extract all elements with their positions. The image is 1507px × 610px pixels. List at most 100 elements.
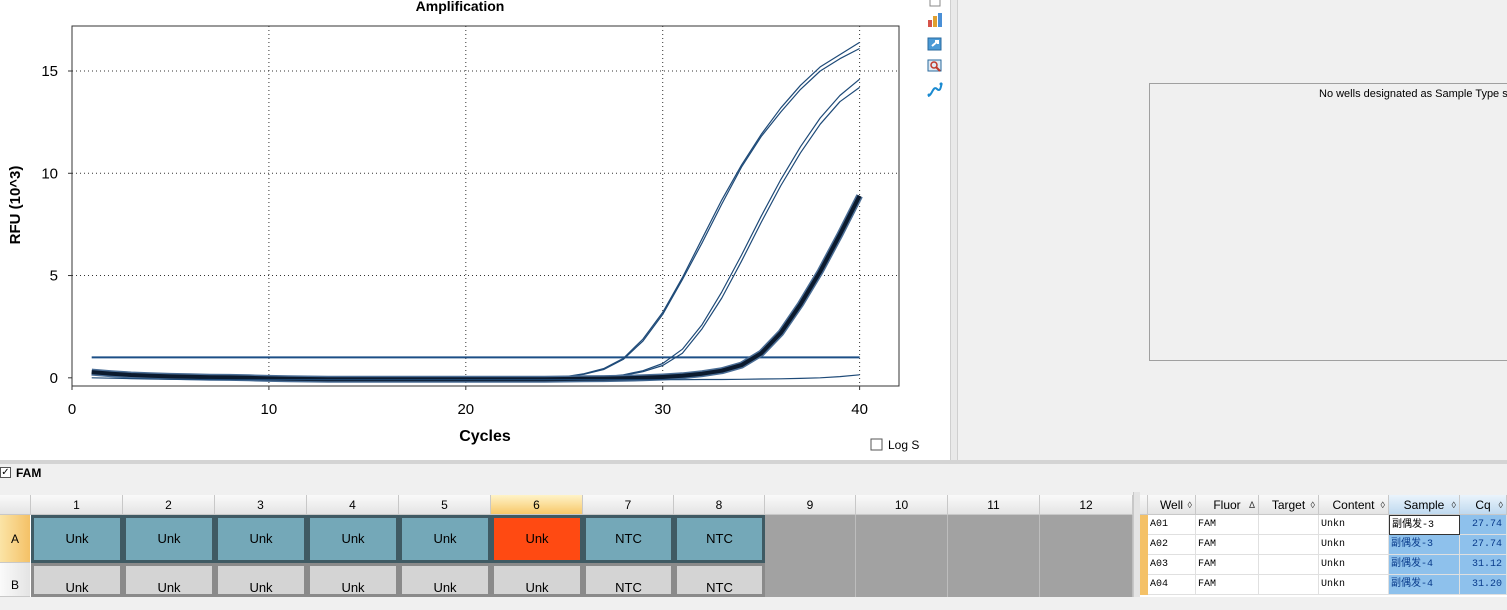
x-axis-label: Cycles — [459, 428, 511, 445]
chart-title: Amplification — [416, 0, 505, 14]
plate-column-header[interactable]: 4 — [307, 495, 399, 515]
plate-well[interactable]: Unk — [123, 563, 215, 597]
table-cell-sample[interactable]: 副偶发-3 — [1389, 515, 1460, 535]
table-header-sample[interactable]: Sample ◊ — [1389, 495, 1460, 515]
y-axis-label: RFU (10^3) — [7, 166, 24, 245]
plate-well[interactable]: NTC — [583, 515, 674, 563]
plate-well[interactable] — [1040, 563, 1133, 597]
row-marker[interactable] — [1140, 575, 1148, 595]
amplification-curve[interactable] — [91, 47, 860, 380]
plate-well[interactable]: Unk — [31, 563, 123, 597]
plate-column-header[interactable]: 5 — [399, 495, 491, 515]
plate-well[interactable]: NTC — [674, 563, 765, 597]
plate-well[interactable]: Unk — [491, 515, 583, 563]
sort-icon[interactable]: ◊ — [1311, 495, 1315, 514]
plate-well[interactable]: Unk — [399, 563, 491, 597]
amplification-curve[interactable] — [91, 41, 860, 380]
sort-icon[interactable]: ◊ — [1452, 495, 1456, 514]
plate-column-header[interactable]: 1 — [31, 495, 123, 515]
plate-column-header[interactable]: 9 — [765, 495, 856, 515]
plate-well[interactable] — [765, 515, 856, 563]
plate-well[interactable] — [856, 515, 948, 563]
plate-well[interactable]: Unk — [307, 563, 399, 597]
sort-icon[interactable]: ◊ — [1381, 495, 1385, 514]
table-splitter[interactable] — [1133, 492, 1140, 597]
x-tick-label: 0 — [68, 401, 76, 418]
chart-settings-icon[interactable] — [926, 11, 944, 29]
plate-well[interactable]: Unk — [215, 563, 307, 597]
plate-column-header[interactable]: 12 — [1040, 495, 1133, 515]
chart-toolbar — [920, 0, 950, 460]
amplification-curve-halo — [91, 194, 863, 383]
standard-curve-message: No wells designated as Sample Type sta — [1319, 88, 1507, 100]
plate-well[interactable]: Unk — [491, 563, 583, 597]
plate-well[interactable]: Unk — [399, 515, 491, 563]
plate-column-header[interactable]: 7 — [583, 495, 674, 515]
log-scale-checkbox[interactable] — [870, 438, 883, 451]
amplification-curve[interactable] — [91, 78, 860, 380]
amplification-chart[interactable]: 0 10 20 30 40 0 5 10 15 Amplification Cycles RFU… — [0, 0, 942, 460]
x-tick-label: 20 — [457, 401, 474, 418]
plate-column-header[interactable]: 6 — [491, 495, 583, 515]
plate-row-header[interactable]: A — [0, 515, 30, 563]
table-cell-cq: 27.74 — [1460, 515, 1507, 535]
plate-column-header[interactable]: 2 — [123, 495, 215, 515]
plate-well[interactable] — [856, 563, 948, 597]
plate-well[interactable] — [948, 563, 1040, 597]
fam-label: FAM — [16, 466, 42, 480]
plate-column-header[interactable]: 10 — [856, 495, 948, 515]
vertical-splitter[interactable] — [950, 0, 958, 460]
results-table: Well ◊ Fluor Δ Target ◊ Content ◊ Sample ◊ Cq ◊ A01 F… — [1140, 495, 1507, 597]
plate-well[interactable]: NTC — [674, 515, 765, 563]
plate-well[interactable] — [1040, 515, 1133, 563]
plate-column-header[interactable]: 8 — [674, 495, 765, 515]
table-cell-content: Unkn — [1319, 535, 1389, 555]
amplification-curve[interactable] — [91, 86, 860, 380]
table-header-well[interactable]: Well ◊ — [1148, 495, 1196, 515]
fam-checkbox[interactable]: ✓ — [0, 467, 11, 478]
plate-column-header[interactable]: 3 — [215, 495, 307, 515]
table-cell-cq: 27.74 — [1460, 535, 1507, 555]
table-cell-sample[interactable]: 副偶发-4 — [1389, 555, 1460, 575]
y-tick-label: 10 — [41, 165, 58, 182]
plate-well[interactable] — [948, 515, 1040, 563]
plate-well[interactable] — [765, 563, 856, 597]
table-header-target[interactable]: Target ◊ — [1259, 495, 1319, 515]
plate-well[interactable]: Unk — [123, 515, 215, 563]
row-marker[interactable] — [1140, 515, 1148, 535]
standard-curve-box: No wells designated as Sample Type sta — [1149, 83, 1507, 361]
x-tick-label: 10 — [261, 401, 278, 418]
plate-well[interactable]: Unk — [31, 515, 123, 563]
table-cell-content: Unkn — [1319, 575, 1389, 595]
table-cell-well: A03 — [1148, 555, 1196, 575]
plate-corner[interactable] — [0, 495, 31, 515]
x-tick-label: 40 — [851, 401, 868, 418]
zoom-icon[interactable] — [926, 57, 944, 75]
table-cell-well: A04 — [1148, 575, 1196, 595]
plate-well[interactable]: Unk — [215, 515, 307, 563]
table-cell-sample[interactable]: 副偶发-4 — [1389, 575, 1460, 595]
standard-curve-pane: No wells designated as Sample Type sta — [958, 0, 1507, 460]
row-marker[interactable] — [1140, 535, 1148, 555]
copy-icon[interactable] — [926, 0, 944, 10]
plate-row-header[interactable]: B — [0, 563, 30, 597]
sort-icon[interactable]: ◊ — [1499, 495, 1503, 514]
amplification-curve-selected[interactable] — [91, 194, 862, 382]
table-header-fluor[interactable]: Fluor Δ — [1196, 495, 1259, 515]
table-header-content[interactable]: Content ◊ — [1319, 495, 1389, 515]
plate-column-header[interactable]: 11 — [948, 495, 1040, 515]
table-cell-cq: 31.12 — [1460, 555, 1507, 575]
export-icon[interactable] — [926, 35, 944, 53]
table-header-cq[interactable]: Cq ◊ — [1460, 495, 1507, 515]
table-cell-content: Unkn — [1319, 515, 1389, 535]
sort-icon[interactable]: ◊ — [1188, 495, 1192, 514]
plate-well[interactable]: Unk — [307, 515, 399, 563]
sort-icon[interactable]: Δ — [1249, 495, 1255, 514]
table-cell-target — [1259, 515, 1319, 535]
curve-icon[interactable] — [926, 81, 944, 99]
table-cell-sample[interactable]: 副偶发-3 — [1389, 535, 1460, 555]
row-marker[interactable] — [1140, 555, 1148, 575]
plate-well[interactable]: NTC — [583, 563, 674, 597]
y-tick-label: 5 — [50, 268, 58, 285]
table-cell-target — [1259, 575, 1319, 595]
